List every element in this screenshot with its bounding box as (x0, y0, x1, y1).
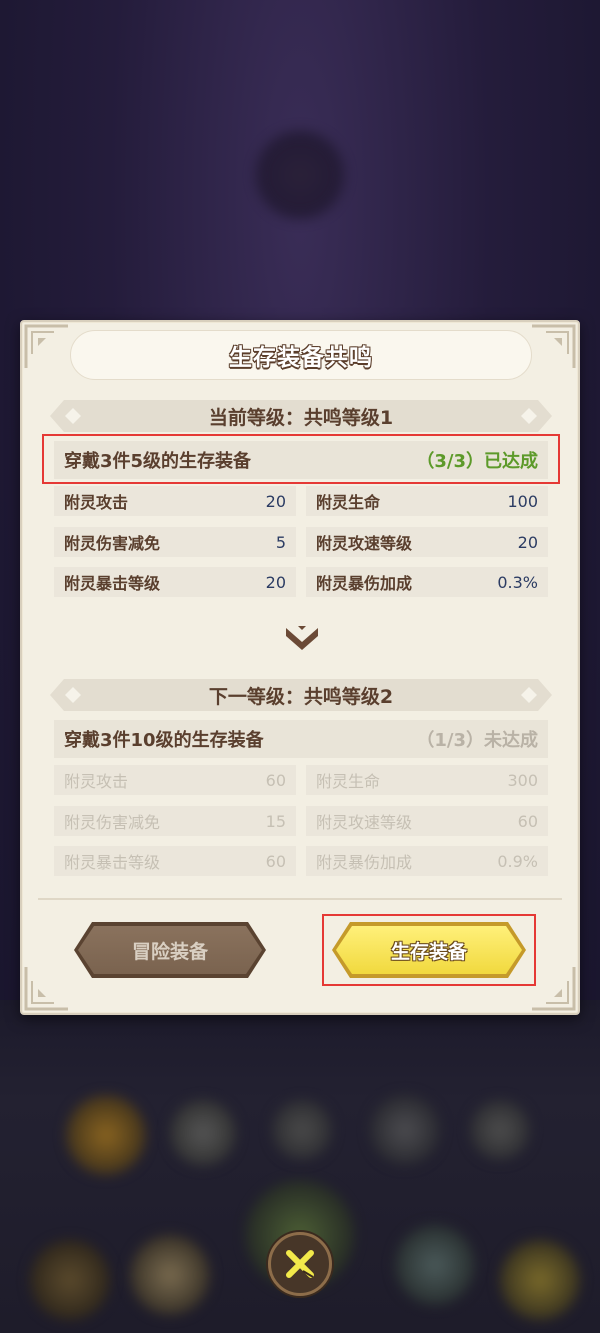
stat-label: 附灵生命 (316, 493, 381, 512)
next-stat: 附灵攻击 60 (54, 765, 296, 795)
ornament-icon (520, 407, 538, 425)
adventure-equipment-button[interactable]: 冒险装备 (74, 922, 266, 978)
background-icon (272, 1100, 332, 1160)
next-stat: 附灵攻速等级 60 (306, 806, 548, 836)
stat-label: 附灵生命 (316, 772, 381, 791)
current-stat: 附灵攻速等级 20 (306, 527, 548, 557)
stat-label: 附灵暴击等级 (64, 853, 161, 872)
background-icon (66, 1095, 146, 1175)
stat-value: 60 (517, 811, 538, 831)
ornament-icon (64, 407, 82, 425)
corner-ornament-icon (24, 965, 70, 1011)
background-icon (370, 1095, 440, 1165)
chevron-down-icon (282, 622, 322, 654)
corner-ornament-icon (530, 965, 576, 1011)
next-stat: 附灵伤害减免 15 (54, 806, 296, 836)
current-level-header: 当前等级：共鸣等级1 (50, 400, 552, 432)
current-stat: 附灵暴击等级 20 (54, 567, 296, 597)
next-stat: 附灵生命 300 (306, 765, 548, 795)
next-stat: 附灵暴击等级 60 (54, 846, 296, 876)
highlight-box (322, 914, 536, 986)
stat-value: 5 (275, 532, 286, 552)
corner-ornament-icon (530, 324, 576, 370)
corner-ornament-icon (24, 324, 70, 370)
stat-value: 60 (265, 851, 286, 871)
stat-label: 附灵暴伤加成 (316, 574, 413, 593)
divider (38, 898, 562, 900)
stat-value: 60 (265, 770, 286, 790)
background-icon (170, 1100, 236, 1166)
stat-value: 20 (517, 532, 538, 552)
next-requirement-text: 穿戴3件10级的生存装备 (64, 730, 264, 751)
stat-label: 附灵伤害减免 (64, 534, 161, 553)
stat-value: 0.3% (497, 572, 538, 592)
stat-value: 20 (265, 572, 286, 592)
next-requirement-row: 穿戴3件10级的生存装备 （1/3）未达成 (54, 720, 548, 758)
ornament-icon (520, 686, 538, 704)
current-level-title: 当前等级：共鸣等级1 (208, 406, 394, 429)
panel-title: 生存装备共鸣 (229, 345, 373, 371)
stat-label: 附灵攻速等级 (316, 534, 413, 553)
stat-label: 附灵攻速等级 (316, 813, 413, 832)
background-icon (30, 1240, 110, 1320)
stat-label: 附灵暴伤加成 (316, 853, 413, 872)
button-label: 冒险装备 (131, 940, 208, 963)
background-icon (500, 1240, 580, 1320)
stat-value: 15 (265, 811, 286, 831)
current-stat: 附灵伤害减免 5 (54, 527, 296, 557)
stat-value: 0.9% (497, 851, 538, 871)
close-icon (286, 1250, 314, 1278)
current-stat: 附灵暴伤加成 0.3% (306, 567, 548, 597)
highlight-box (42, 434, 560, 484)
next-stat: 附灵暴伤加成 0.9% (306, 846, 548, 876)
stat-label: 附灵攻击 (64, 493, 129, 512)
close-button[interactable] (268, 1232, 332, 1296)
stat-value: 100 (507, 491, 538, 511)
current-stat: 附灵攻击 20 (54, 486, 296, 516)
background-icon (470, 1100, 530, 1160)
current-stat: 附灵生命 100 (306, 486, 548, 516)
resonance-panel: 生存装备共鸣 当前等级：共鸣等级1 穿戴3件5级的生存装备 （3/3）已达成 附… (20, 320, 580, 1015)
stat-label: 附灵攻击 (64, 772, 129, 791)
next-level-header: 下一等级：共鸣等级2 (50, 679, 552, 711)
stat-value: 20 (265, 491, 286, 511)
next-level-title: 下一等级：共鸣等级2 (208, 685, 394, 708)
next-requirement-status: （1/3）未达成 (416, 730, 538, 751)
stat-value: 300 (507, 770, 538, 790)
background-icon (395, 1225, 475, 1305)
background-icon (130, 1235, 210, 1315)
background-orb (255, 130, 345, 220)
panel-title-bar: 生存装备共鸣 (70, 330, 532, 380)
stat-label: 附灵暴击等级 (64, 574, 161, 593)
stat-label: 附灵伤害减免 (64, 813, 161, 832)
ornament-icon (64, 686, 82, 704)
